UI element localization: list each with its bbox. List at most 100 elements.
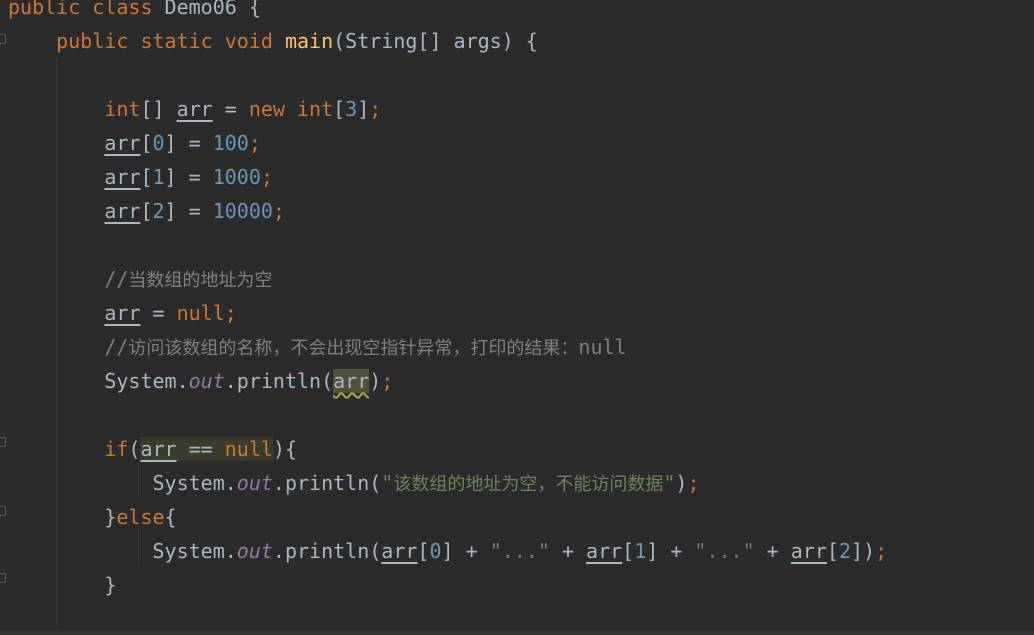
code-token: Demo06 { <box>164 0 261 19</box>
code-token: .println( <box>272 471 382 495</box>
code-line[interactable]: //当数组的地址为空 <box>8 262 272 296</box>
code-token: 10000 <box>212 199 273 223</box>
code-token: arr <box>381 539 418 563</box>
code-line[interactable]: arr[1] = 1000; <box>8 160 273 194</box>
code-token: 1 <box>152 165 165 189</box>
code-token: ){ <box>272 437 298 461</box>
code-token: out <box>236 539 273 563</box>
code-token: [ <box>333 97 346 121</box>
code-token: ] + <box>441 539 490 563</box>
code-token: ; <box>272 199 285 223</box>
code-token: = <box>140 301 177 325</box>
code-token: .println( <box>224 369 334 393</box>
code-token: [] <box>140 97 177 121</box>
fold-marker-icon[interactable] <box>0 34 6 44</box>
code-token: arr <box>333 369 370 393</box>
code-token: System. <box>152 471 237 495</box>
code-token: arr <box>104 131 141 155</box>
code-token: null <box>176 301 225 325</box>
code-token: ] = <box>164 199 213 223</box>
code-token: ] <box>357 97 370 121</box>
code-token: 0 <box>152 131 165 155</box>
code-token: } <box>104 505 117 529</box>
code-token: // <box>104 267 129 291</box>
code-line[interactable]: System.out.println("该数组的地址为空，不能访问数据"); <box>8 466 700 500</box>
code-token: arr <box>790 539 827 563</box>
code-token: 100 <box>212 131 249 155</box>
code-token: null <box>224 437 273 461</box>
code-token: 2 <box>838 539 851 563</box>
code-token: 1000 <box>212 165 261 189</box>
code-token: ) <box>675 471 688 495</box>
code-token: 3 <box>345 97 358 121</box>
code-token: if <box>104 437 129 461</box>
code-token: == <box>176 437 225 461</box>
code-token: 1 <box>634 539 647 563</box>
code-line[interactable]: System.out.println(arr); <box>8 364 393 398</box>
code-token: = <box>212 97 249 121</box>
code-line[interactable]: public class Demo06 { <box>8 0 261 24</box>
code-token: 该数组的地址为空，不能访问数据 <box>393 474 664 495</box>
code-token: ; <box>224 301 237 325</box>
code-line[interactable]: arr[2] = 10000; <box>8 194 285 228</box>
code-token: 2 <box>152 199 165 223</box>
code-line[interactable]: arr[0] = 100; <box>8 126 261 160</box>
code-token: [ <box>417 539 430 563</box>
code-token: + <box>754 539 791 563</box>
code-token: "..." <box>489 539 550 563</box>
code-line[interactable]: int[] arr = new int[3]; <box>8 92 381 126</box>
code-line[interactable]: arr = null; <box>8 296 237 330</box>
code-token: ; <box>369 97 382 121</box>
code-token: ) <box>369 369 382 393</box>
code-token: arr <box>140 437 177 461</box>
code-token: ; <box>875 539 888 563</box>
code-token: [ <box>622 539 635 563</box>
code-token: ] + <box>646 539 695 563</box>
code-token: public static void <box>56 29 285 53</box>
code-token: (String[] args) { <box>333 29 538 53</box>
code-line[interactable]: } <box>8 568 116 602</box>
code-token: arr <box>104 301 141 325</box>
fold-marker-icon[interactable] <box>0 573 6 583</box>
code-line[interactable]: System.out.println(arr[0] + "..." + arr[… <box>8 534 888 568</box>
code-line[interactable]: if(arr == null){ <box>8 432 297 466</box>
code-token: ; <box>381 369 394 393</box>
code-token: { <box>164 505 177 529</box>
code-token: arr <box>586 539 623 563</box>
code-token: [ <box>826 539 839 563</box>
code-token: // <box>104 335 129 359</box>
code-editor[interactable]: public class Demo06 { public static void… <box>0 0 1034 635</box>
code-line[interactable]: }else{ <box>8 500 177 534</box>
code-token: ]) <box>850 539 876 563</box>
code-token: null <box>578 335 627 359</box>
code-token: ; <box>248 131 261 155</box>
code-line[interactable]: //访问该数组的名称，不会出现空指针异常，打印的结果：null <box>8 330 627 364</box>
code-token: .println( <box>272 539 382 563</box>
horizontal-scrollbar[interactable] <box>0 630 1034 635</box>
code-token: " <box>663 471 676 495</box>
code-line[interactable]: public static void main(String[] args) { <box>8 24 538 58</box>
code-token: System. <box>104 369 189 393</box>
fold-marker-icon[interactable] <box>0 437 6 447</box>
code-token: int <box>104 97 141 121</box>
code-token: [ <box>140 165 153 189</box>
code-token: System. <box>152 539 237 563</box>
code-token: arr <box>176 97 213 121</box>
code-token: " <box>381 471 394 495</box>
fold-marker-icon[interactable] <box>0 506 6 516</box>
code-token: arr <box>104 199 141 223</box>
code-token: 访问该数组的名称，不会出现空指针异常，打印的结果： <box>128 338 579 359</box>
